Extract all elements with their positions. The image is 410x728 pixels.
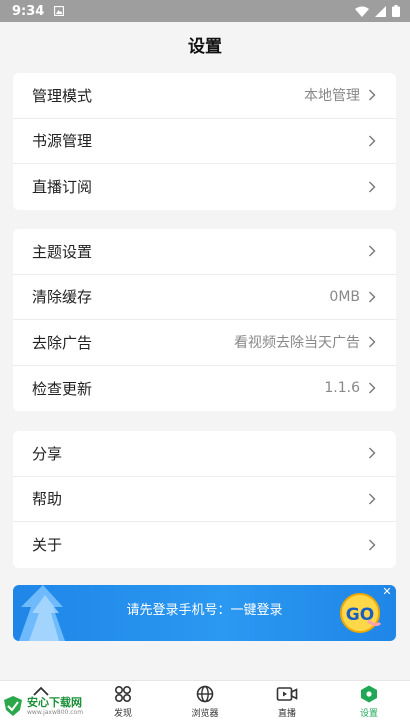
row-label: 直播订阅 [32, 178, 93, 197]
wifi-icon [355, 6, 369, 17]
watermark-title: 安心下载网 [27, 695, 82, 709]
row-label: 去除广告 [32, 333, 93, 352]
row-label: 管理模式 [32, 86, 93, 105]
row-label: 书源管理 [32, 132, 93, 151]
settings-group-app: 主题设置 清除缓存 0MB 去除广告 看视频去除当天广告 检查更新 1.1.6 [13, 229, 396, 411]
row-share[interactable]: 分享 [13, 431, 396, 477]
chevron-right-icon [369, 447, 376, 459]
page-title: 设置 [188, 37, 222, 57]
row-label: 清除缓存 [32, 288, 93, 307]
notification-icon [54, 6, 65, 16]
settings-icon [361, 685, 377, 703]
nav-label: 发现 [113, 709, 132, 719]
ad-banner[interactable]: 请先登录手机号：一键登录 GO ✕ [13, 585, 396, 641]
nav-label: 直播 [277, 709, 296, 719]
watermark-url: www.jaxw800.com [27, 708, 84, 716]
row-theme-settings[interactable]: 主题设置 [13, 229, 396, 275]
row-live-subscription[interactable]: 直播订阅 [13, 164, 396, 210]
ad-close-icon[interactable]: ✕ [380, 585, 394, 599]
chevron-right-icon [369, 336, 376, 348]
chevron-right-icon [369, 135, 376, 147]
chevron-right-icon [369, 245, 376, 257]
row-value: 1.1.6 [324, 380, 360, 397]
nav-item-discover[interactable]: 发现 [82, 681, 164, 728]
battery-icon [392, 5, 400, 17]
row-value: 看视频去除当天广告 [234, 335, 360, 352]
settings-group-about: 分享 帮助 关于 [13, 431, 396, 568]
chevron-right-icon [369, 89, 376, 101]
row-label: 关于 [32, 536, 63, 555]
nav-label: 设置 [359, 709, 378, 719]
signal-icon [375, 5, 386, 17]
watermark-shield-icon [4, 696, 22, 716]
row-value: 本地管理 [304, 88, 360, 105]
globe-icon [196, 685, 214, 703]
chevron-right-icon [369, 181, 376, 193]
row-label: 分享 [32, 444, 63, 463]
discover-icon [114, 685, 132, 703]
chevron-right-icon [369, 539, 376, 551]
settings-group-general: 管理模式 本地管理 书源管理 直播订阅 [13, 73, 396, 210]
chevron-right-icon [369, 291, 376, 303]
nav-item-settings[interactable]: 设置 [328, 681, 410, 728]
row-book-source[interactable]: 书源管理 [13, 119, 396, 164]
watermark-logo: 安心下载网 www.jaxw800.com [2, 695, 83, 717]
ad-text: 请先登录手机号：一键登录 [126, 603, 283, 618]
chevron-right-icon [369, 382, 376, 394]
nav-item-live[interactable]: 直播 [246, 681, 328, 728]
row-label: 主题设置 [32, 242, 93, 261]
row-clear-cache[interactable]: 清除缓存 0MB [13, 275, 396, 320]
row-value: 0MB [329, 288, 360, 305]
row-help[interactable]: 帮助 [13, 477, 396, 522]
row-label: 帮助 [32, 490, 63, 509]
video-icon [276, 687, 298, 701]
status-time: 9:34 [12, 3, 45, 19]
chevron-right-icon [369, 493, 376, 505]
nav-label: 浏览器 [191, 709, 219, 719]
status-bar: 9:34 [0, 0, 410, 22]
row-label: 检查更新 [32, 379, 93, 398]
row-management-mode[interactable]: 管理模式 本地管理 [13, 73, 396, 119]
ad-go-badge: GO [340, 593, 382, 633]
row-remove-ads[interactable]: 去除广告 看视频去除当天广告 [13, 320, 396, 366]
row-about[interactable]: 关于 [13, 522, 396, 568]
row-check-update[interactable]: 检查更新 1.1.6 [13, 366, 396, 412]
nav-item-browser[interactable]: 浏览器 [164, 681, 246, 728]
